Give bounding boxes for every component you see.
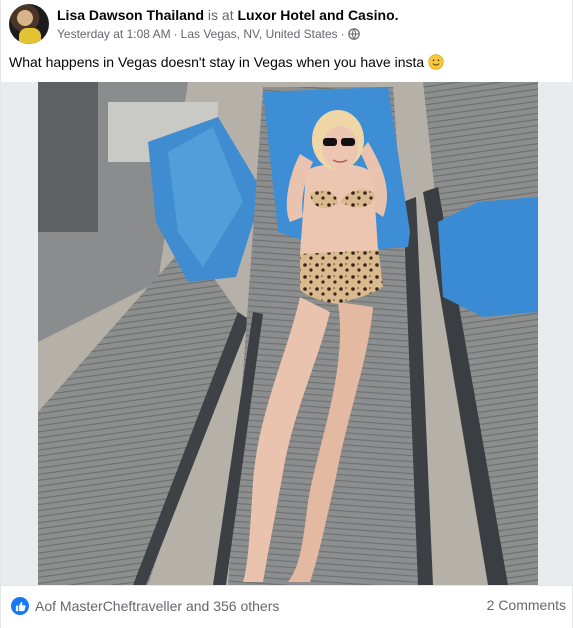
place-text: Las Vegas, NV, United States [180,27,338,41]
like-icon [11,597,29,615]
caption-text: What happens in Vegas doesn't stay in Ve… [9,54,425,70]
post-header-text: Lisa Dawson Thailand is at Luxor Hotel a… [57,6,399,42]
facebook-post: Lisa Dawson Thailand is at Luxor Hotel a… [0,0,573,628]
meta-separator: · [173,27,178,41]
post-footer: Aof MasterCheftraveller and 356 others 2… [1,585,573,628]
photo-illustration [38,82,538,585]
globe-icon[interactable] [347,28,360,40]
post-photo-frame [1,82,573,585]
timestamp-link[interactable]: Yesterday at 1:08 AM [57,26,171,42]
author-line: Lisa Dawson Thailand is at Luxor Hotel a… [57,6,399,24]
comments-count-link[interactable]: 2 Comments [487,597,566,613]
author-avatar[interactable] [9,4,49,44]
slightly-smiling-face-emoji-icon [428,54,444,70]
post-caption: What happens in Vegas doesn't stay in Ve… [9,53,444,71]
meta-separator-2: · [340,27,345,41]
author-name-link[interactable]: Lisa Dawson Thailand [57,7,204,23]
checkin-text: is at [204,7,238,23]
reactions-text[interactable]: Aof MasterCheftraveller and 356 others [35,598,279,614]
post-header: Lisa Dawson Thailand is at Luxor Hotel a… [9,4,399,46]
post-photo[interactable] [38,82,538,585]
reactions-summary[interactable]: Aof MasterCheftraveller and 356 others [11,597,279,615]
post-meta: Yesterday at 1:08 AM · Las Vegas, NV, Un… [57,26,399,42]
location-link[interactable]: Luxor Hotel and Casino. [238,7,399,23]
